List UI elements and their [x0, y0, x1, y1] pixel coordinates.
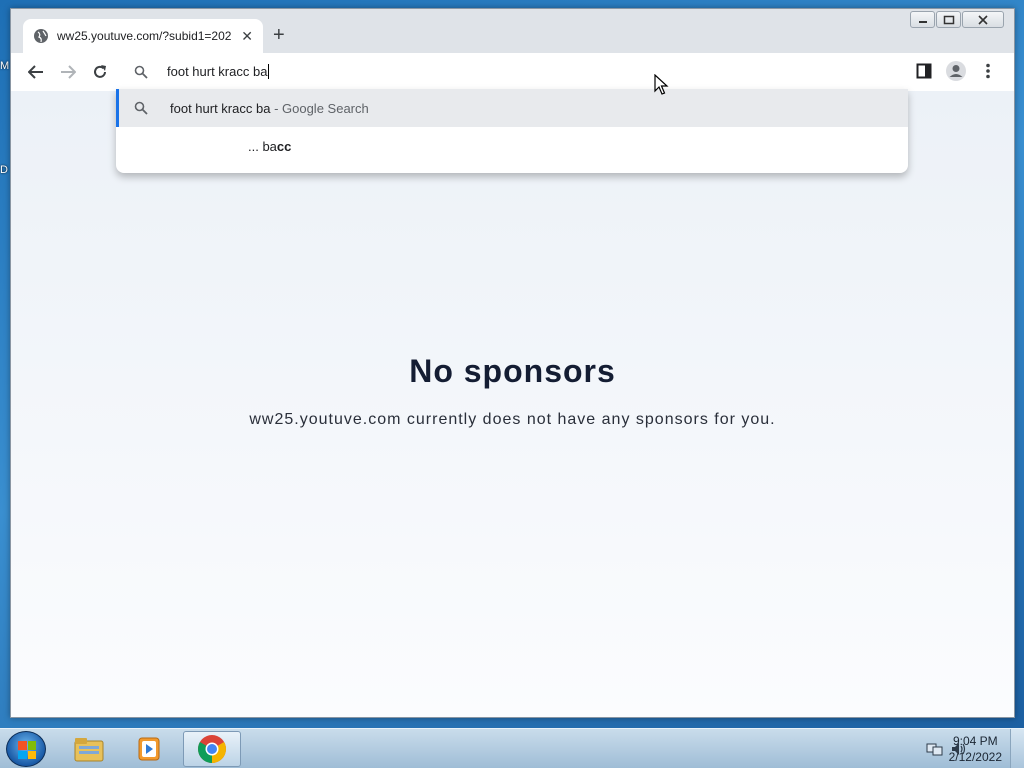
clock[interactable]: 9:04 PM 2/12/2022	[949, 733, 1002, 765]
suggestion-text: ... bacc	[248, 138, 292, 154]
search-icon	[134, 65, 148, 79]
browser-window: ww25.youtuve.com/?subid1=202 ✕ + foot hu…	[10, 8, 1015, 718]
search-icon	[134, 101, 148, 115]
start-button[interactable]	[6, 731, 46, 767]
side-panel-button[interactable]	[916, 63, 932, 84]
new-tab-button[interactable]: +	[273, 25, 285, 45]
suggestion-item[interactable]: foot hurt kracc ba - Google Search	[116, 89, 908, 127]
forward-arrow-icon	[61, 65, 76, 79]
clock-date: 2/12/2022	[948, 750, 1002, 764]
mouse-cursor-icon	[654, 74, 669, 95]
toolbar: foot hurt kracc ba	[11, 53, 1014, 91]
network-icon[interactable]	[926, 741, 944, 757]
taskbar-media-player[interactable]	[120, 731, 178, 767]
globe-icon	[34, 29, 48, 43]
suggestion-text: foot hurt kracc ba - Google Search	[170, 100, 369, 116]
desktop-icon-label-m: M	[0, 60, 10, 72]
forward-button[interactable]	[59, 63, 77, 81]
chrome-icon	[198, 735, 226, 763]
kebab-menu-icon	[986, 63, 990, 79]
back-arrow-icon	[28, 65, 43, 79]
taskbar-chrome[interactable]	[183, 731, 241, 767]
profile-button[interactable]	[945, 60, 967, 87]
clock-time: 9:04 PM	[952, 734, 998, 748]
reload-icon	[94, 65, 106, 78]
tab-close-icon[interactable]: ✕	[241, 28, 253, 45]
windows-logo-icon	[18, 741, 36, 759]
folder-icon	[74, 738, 104, 762]
tab-strip: ww25.youtuve.com/?subid1=202 ✕ +	[11, 9, 1014, 53]
desktop-icon-label-d: D	[0, 164, 8, 176]
profile-avatar-icon	[946, 61, 966, 81]
menu-button[interactable]	[985, 63, 991, 84]
taskbar-file-explorer[interactable]	[60, 731, 118, 767]
page-content: No sponsors ww25.youtuve.com currently d…	[11, 91, 1014, 717]
reload-button[interactable]	[91, 63, 109, 81]
taskbar: 9:04 PM 2/12/2022	[0, 728, 1024, 768]
back-button[interactable]	[27, 63, 45, 81]
text-caret	[268, 64, 270, 79]
page-message: ww25.youtuve.com currently does not have…	[249, 411, 776, 428]
page-title: No sponsors	[409, 353, 616, 389]
side-panel-icon	[916, 63, 932, 79]
show-desktop-button[interactable]	[1010, 729, 1024, 768]
address-bar-text[interactable]: foot hurt kracc ba	[167, 64, 270, 79]
address-bar[interactable]: foot hurt kracc ba	[116, 55, 908, 89]
tab-title: ww25.youtuve.com/?subid1=202	[57, 29, 232, 43]
omnibox-suggestions: foot hurt kracc ba - Google Search ... b…	[116, 89, 908, 173]
tab-active[interactable]: ww25.youtuve.com/?subid1=202 ✕	[23, 19, 263, 53]
suggestion-item[interactable]: ... bacc	[116, 127, 908, 165]
media-player-icon	[138, 737, 160, 761]
